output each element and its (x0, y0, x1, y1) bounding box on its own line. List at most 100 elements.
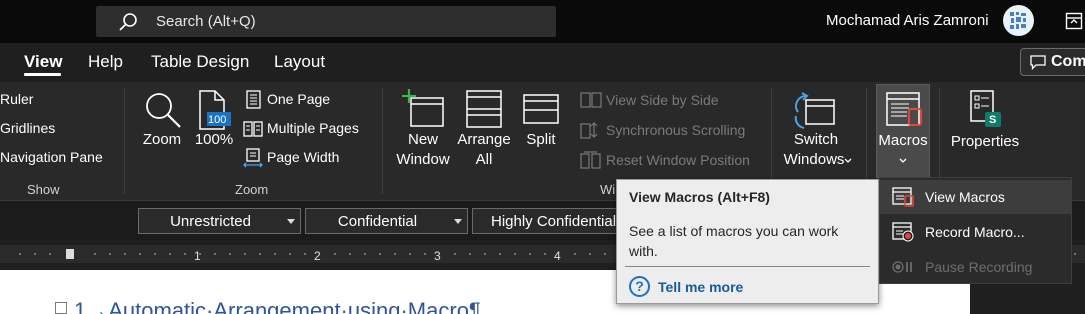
dropdown-caret-icon (287, 219, 295, 224)
switch-windows-label-line2: Windows (783, 151, 845, 168)
view-macros-icon (892, 187, 914, 207)
help-question-icon: ? (629, 276, 650, 297)
switch-windows-button[interactable]: Switch Windows (776, 86, 856, 172)
split-button[interactable]: Split (518, 86, 564, 152)
sensitivity-label: Confidential (337, 213, 418, 230)
macros-button[interactable]: Macros (876, 84, 930, 178)
side-by-side-icon (580, 92, 602, 108)
tooltip-divider (625, 266, 870, 267)
new-window-button[interactable]: New Window (393, 86, 453, 172)
dropdown-caret-icon (454, 219, 462, 224)
properties-icon (970, 90, 1001, 127)
macros-icon (886, 92, 922, 126)
ruler-checkbox[interactable]: Ruler (0, 91, 33, 107)
search-icon (119, 13, 137, 31)
view-side-by-side-label: View Side by Side (606, 92, 719, 108)
group-separator (382, 88, 383, 194)
macros-menu: View Macros Record Macro... Pause Record… (879, 177, 1072, 284)
zoom-magnifier-icon (146, 93, 181, 128)
one-page-button[interactable]: One Page (243, 89, 363, 113)
view-macros-tooltip: View Macros (Alt+F8) See a list of macro… (616, 179, 879, 304)
menu-item-label: View Macros (925, 189, 1005, 205)
gridlines-checkbox[interactable]: Gridlines (0, 120, 55, 136)
ribbon-tabs: View Help Table Design Layout Com (0, 43, 1085, 82)
sensitivity-label: Unrestricted (170, 213, 251, 230)
arrange-all-label-line2: All (475, 151, 493, 168)
record-macro-icon (892, 222, 914, 242)
reset-window-position-button[interactable]: Reset Window Position (580, 150, 760, 172)
tooltip-description: See a list of macros you can work with. (629, 223, 839, 259)
menu-item-view-macros[interactable]: View Macros (880, 180, 1071, 214)
sensitivity-unrestricted[interactable]: Unrestricted (138, 208, 301, 234)
ruler-number: 2 (314, 249, 321, 263)
new-window-label-line2: Window (396, 151, 450, 168)
new-window-label-line1: New (407, 131, 438, 148)
synchronous-scrolling-icon (580, 122, 598, 139)
user-name[interactable]: Mochamad Aris Zamroni (826, 12, 989, 29)
tab-layout[interactable]: Layout (274, 52, 325, 72)
reset-window-position-icon (580, 151, 601, 169)
pause-recording-icon (892, 261, 912, 273)
ruler-number: 1 (194, 249, 201, 263)
chevron-down-icon (844, 158, 852, 163)
ruler-number: 3 (434, 249, 441, 263)
properties-label: Properties (950, 133, 1020, 150)
reset-window-position-label: Reset Window Position (606, 152, 750, 168)
switch-windows-icon (794, 92, 835, 129)
menu-item-label: Record Macro... (925, 224, 1025, 240)
arrange-all-button[interactable]: Arrange All (455, 86, 513, 172)
avatar[interactable] (1003, 5, 1034, 36)
group-label-zoom: Zoom (235, 182, 269, 197)
tab-table-design[interactable]: Table Design (151, 52, 249, 72)
arrange-all-label-line1: Arrange (457, 131, 511, 148)
sensitivity-confidential[interactable]: Confidential (305, 208, 468, 234)
multiple-pages-button[interactable]: Multiple Pages (243, 118, 368, 142)
sensitivity-label: Highly Confidential (491, 213, 617, 230)
split-icon (523, 94, 559, 124)
sensitivity-highly-confidential[interactable]: Highly Confidential (472, 208, 635, 234)
zoom-button[interactable]: Zoom (140, 88, 184, 168)
arrange-all-icon (466, 90, 502, 128)
page-100-icon-text: 100 (208, 114, 227, 126)
multiple-pages-label: Multiple Pages (267, 120, 359, 136)
synchronous-scrolling-label: Synchronous Scrolling (606, 122, 746, 138)
page-width-label: Page Width (267, 149, 340, 165)
new-window-icon (402, 89, 444, 127)
active-tab-indicator (24, 73, 61, 76)
menu-item-record-macro[interactable]: Record Macro... (880, 215, 1071, 249)
sharepoint-icon-letter: S (989, 114, 997, 126)
view-side-by-side-button[interactable]: View Side by Side (580, 90, 755, 112)
navigation-pane-checkbox[interactable]: Navigation Pane (0, 149, 103, 165)
one-page-label: One Page (267, 91, 331, 107)
table-move-handle-icon[interactable] (55, 302, 67, 314)
tooltip-title: View Macros (Alt+F8) (629, 189, 770, 205)
comments-button[interactable]: Com (1020, 48, 1085, 76)
group-separator (124, 88, 125, 194)
one-page-icon (246, 90, 261, 109)
split-label: Split (526, 131, 556, 148)
zoom-100-label: 100% (194, 131, 234, 148)
ribbon-display-options-icon[interactable] (1065, 12, 1083, 30)
comment-icon (1030, 55, 1046, 70)
zoom-100-button[interactable]: 100 100% (193, 88, 235, 168)
properties-button[interactable]: S Properties (945, 86, 1025, 152)
group-label-window: Wi (600, 182, 616, 197)
document-heading[interactable]: 1→Automatic·Arrangement·using·Macro¶ (74, 298, 481, 314)
menu-item-label: Pause Recording (925, 259, 1033, 275)
synchronous-scrolling-button[interactable]: Synchronous Scrolling (580, 120, 755, 142)
macros-button-label: Macros (878, 132, 928, 149)
page-width-button[interactable]: Page Width (243, 147, 363, 171)
comments-button-label: Com (1051, 53, 1085, 70)
tab-help[interactable]: Help (88, 52, 123, 72)
multiple-pages-icon (243, 121, 263, 137)
tab-view[interactable]: View (24, 52, 62, 72)
switch-windows-label-line1: Switch (793, 131, 839, 148)
menu-item-pause-recording[interactable]: Pause Recording (880, 250, 1071, 284)
group-label-show: Show (27, 182, 60, 197)
search-box[interactable]: Search (Alt+Q) (96, 6, 556, 37)
tell-me-more-label: Tell me more (658, 279, 744, 295)
ruler-number: 4 (554, 249, 561, 263)
page-width-icon (243, 148, 263, 168)
chevron-down-icon (899, 158, 907, 163)
zoom-button-label: Zoom (142, 131, 182, 148)
